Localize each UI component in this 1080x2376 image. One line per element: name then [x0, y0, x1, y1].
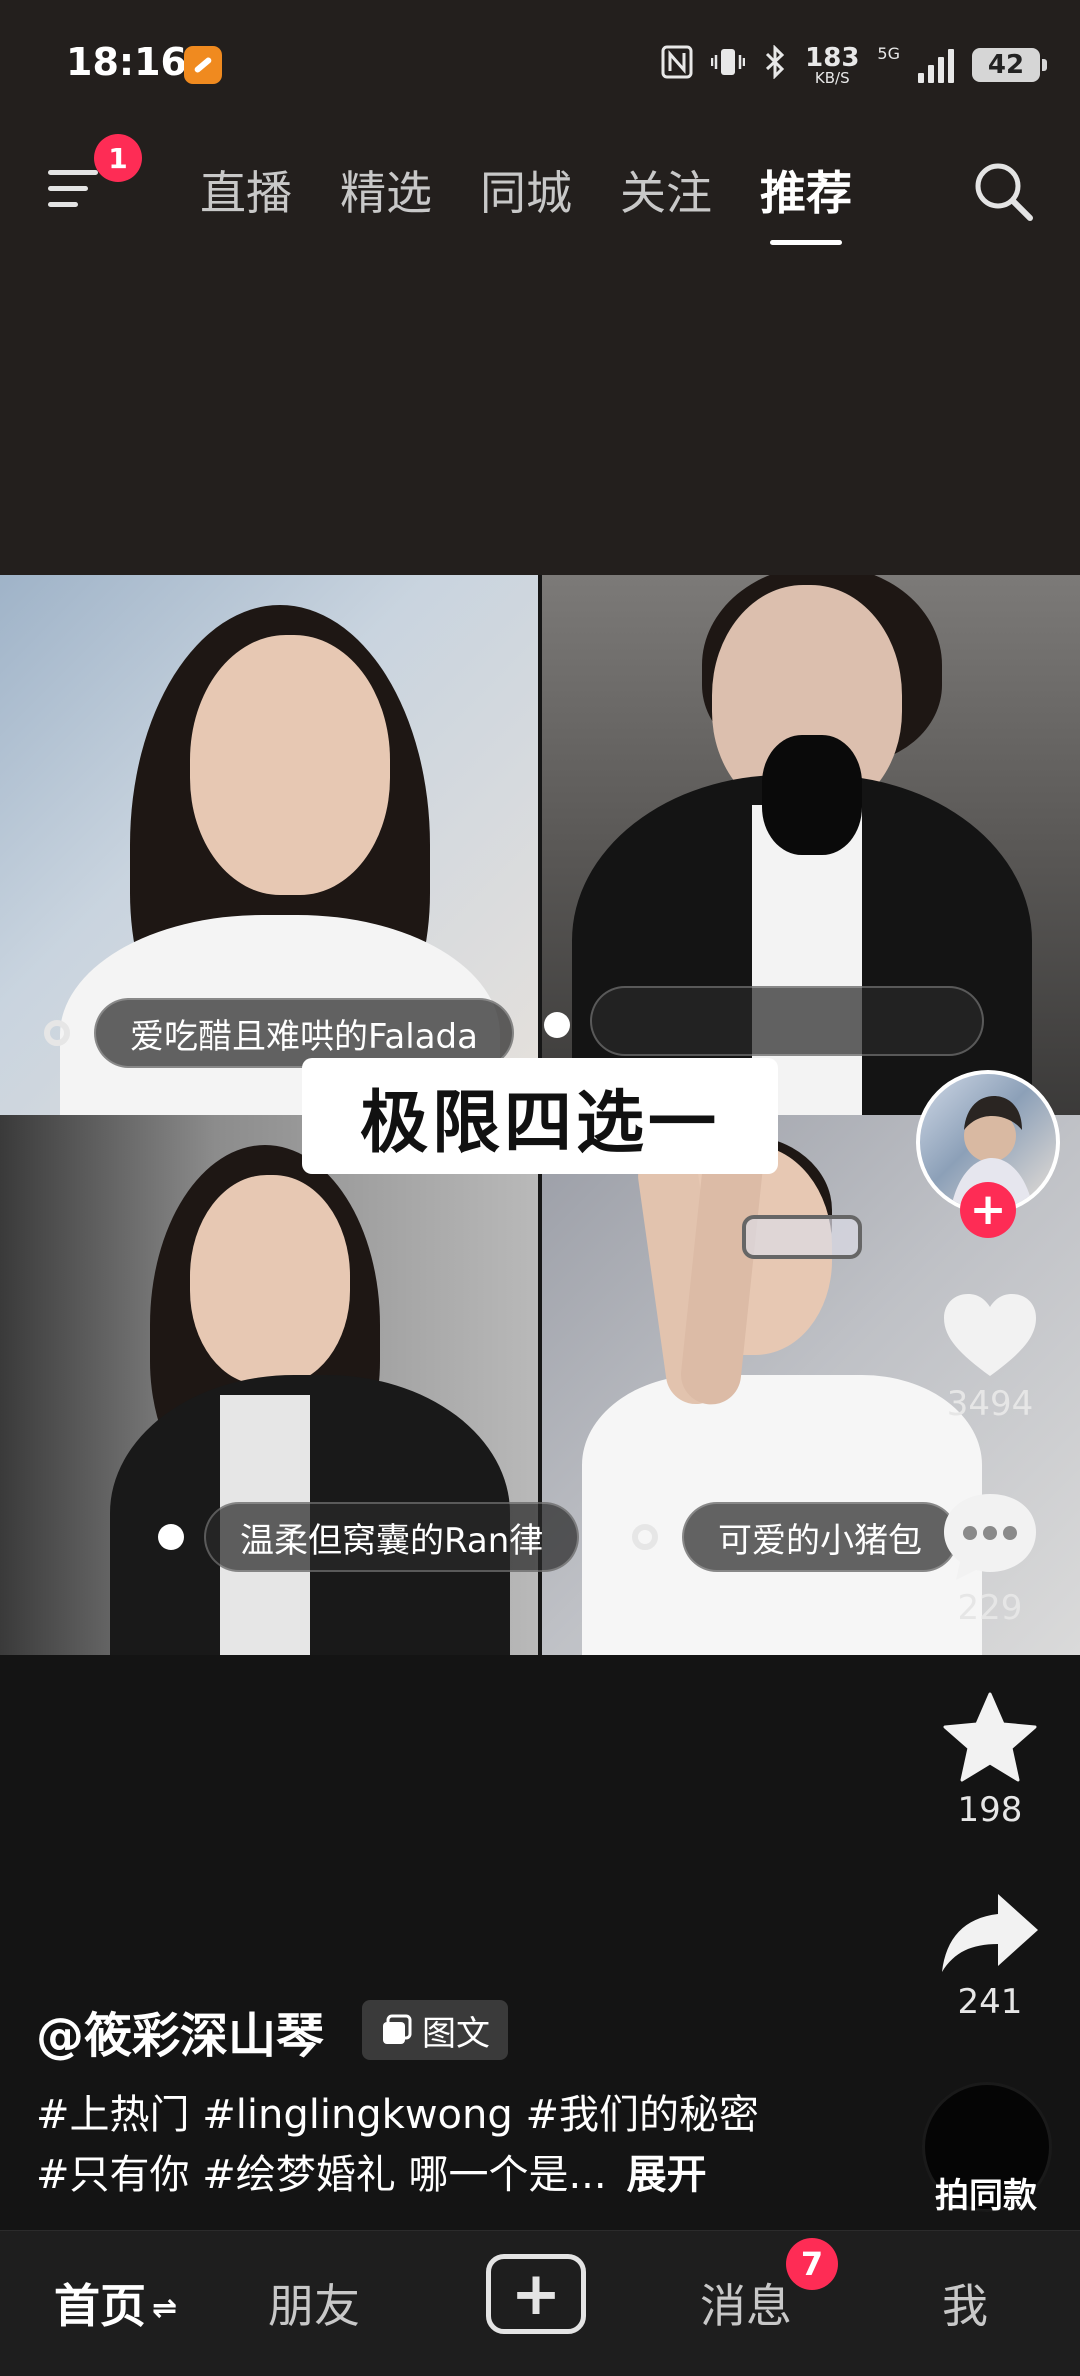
messages-badge: 7 [786, 2238, 838, 2290]
caption-dot-1 [44, 1020, 70, 1046]
tab-featured[interactable]: 精选 [340, 157, 432, 223]
nav-me[interactable]: 我 [942, 2270, 988, 2336]
nfc-icon [661, 45, 693, 85]
status-icons: 183 KB/S 5G 42 [661, 40, 1047, 90]
nav-home-label: 首页 [54, 2279, 146, 2333]
tab-recommended[interactable]: 推荐 [760, 157, 852, 245]
share-button[interactable]: 241 [928, 1888, 1052, 2022]
favorite-button[interactable]: 198 [928, 1690, 1052, 1830]
caption-dot-2 [544, 1012, 570, 1038]
like-button[interactable]: 3494 [928, 1290, 1052, 1424]
same-style-button[interactable]: 拍同款 [906, 2168, 1066, 2217]
caption-dot-3 [158, 1524, 184, 1550]
star-icon [943, 1692, 1037, 1782]
top-navigation: 1 直播 精选 同城 关注 推荐 [0, 130, 1080, 250]
status-time: 18:16 [66, 40, 187, 84]
follow-button[interactable]: + [960, 1182, 1016, 1238]
create-post-button[interactable]: + [486, 2254, 586, 2334]
network-speed: 183 KB/S [805, 42, 860, 87]
post-type-badge: 图文 [362, 2000, 508, 2060]
post-title-overlay: 极限四选一 [302, 1058, 778, 1174]
comment-button[interactable]: 229 [928, 1488, 1052, 1628]
tab-following[interactable]: 关注 [620, 157, 712, 223]
bluetooth-icon [763, 44, 787, 85]
share-arrow-icon [942, 1894, 1038, 1972]
status-bar: 18:16 183 KB/S 5G 42 [0, 0, 1080, 130]
nav-friends[interactable]: 朋友 [268, 2270, 360, 2336]
search-icon[interactable] [970, 158, 1036, 224]
vibrate-icon [710, 45, 746, 85]
like-count: 3494 [946, 1384, 1034, 1424]
post-description-text: #只有你 #绘梦婚礼 哪一个是... [36, 2152, 607, 2198]
notification-app-icon [184, 46, 222, 84]
signal-icon [918, 47, 954, 83]
nav-messages[interactable]: 消息 [700, 2270, 792, 2336]
caption-4[interactable]: 可爱的小猪包 [682, 1502, 958, 1572]
favorite-count: 198 [957, 1790, 1023, 1830]
comment-icon [944, 1494, 1036, 1580]
post-description-line-2[interactable]: #只有你 #绘梦婚礼 哪一个是... 展开 [36, 2142, 707, 2200]
menu-badge: 1 [94, 134, 142, 182]
author-name[interactable]: @筱彩深山琴 [36, 1996, 324, 2066]
image-text-icon [383, 2014, 412, 2044]
tab-nearby[interactable]: 同城 [480, 157, 572, 223]
expand-button[interactable]: 展开 [627, 2152, 707, 2198]
post-image-3[interactable] [0, 1115, 538, 1655]
nav-home[interactable]: 首页 ⇌ [54, 2270, 177, 2336]
post-top-area [0, 250, 1080, 575]
post-description-line-1[interactable]: #上热门 #linglingkwong #我们的秘密 [36, 2082, 759, 2140]
heart-icon [944, 1294, 1036, 1376]
caption-dot-4 [632, 1524, 658, 1550]
tab-live[interactable]: 直播 [200, 157, 292, 223]
battery-indicator: 42 [972, 48, 1047, 82]
caption-3[interactable]: 温柔但窝囊的Ran律 [204, 1502, 580, 1572]
refresh-icon: ⇌ [152, 2291, 178, 2326]
post-type-label: 图文 [422, 2013, 490, 2054]
caption-2[interactable] [590, 986, 984, 1056]
comment-count: 229 [957, 1588, 1023, 1628]
share-count: 241 [957, 1982, 1023, 2022]
network-type: 5G [877, 43, 900, 63]
feed-tabs: 直播 精选 同城 关注 推荐 [200, 130, 852, 250]
